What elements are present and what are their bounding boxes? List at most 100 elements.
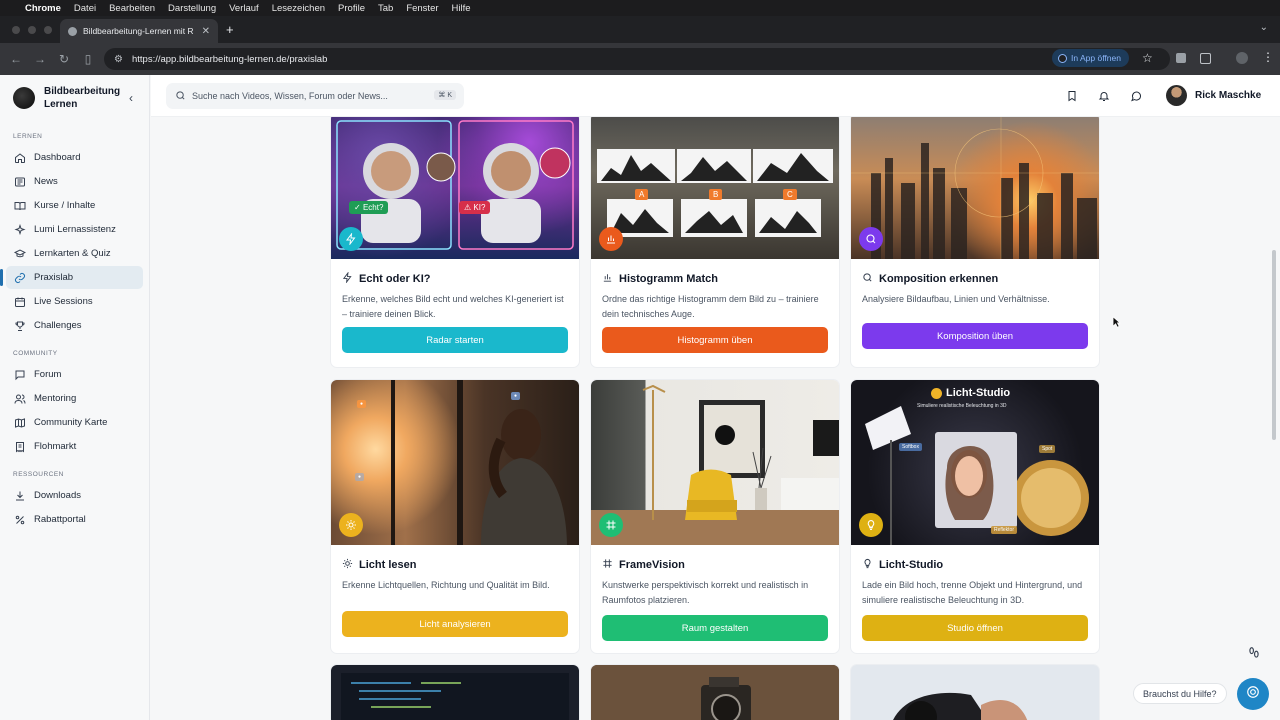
card-description: Erkenne Lichtquellen, Richtung und Quali… (342, 580, 550, 590)
brand-logo (13, 86, 35, 109)
sidebar-item-dashboard[interactable]: Dashboard (6, 146, 143, 169)
menu-item[interactable]: Datei (74, 3, 96, 14)
menu-item[interactable]: Tab (378, 3, 393, 14)
extension-icon[interactable] (1176, 53, 1186, 63)
brand[interactable]: Bildbearbeitung Lernen ‹ (0, 75, 149, 120)
camera-image (591, 665, 839, 720)
card-licht-studio[interactable]: Licht-Studio Simuliere realistische Bele… (851, 380, 1099, 653)
sidebar-item-downloads[interactable]: Downloads (6, 484, 143, 507)
app-icon (1058, 53, 1067, 63)
menu-item[interactable]: Lesezeichen (272, 3, 325, 14)
card-title: Histogramm Match (591, 259, 839, 286)
card-title: Echt oder KI? (331, 259, 579, 286)
sun-icon (342, 558, 353, 572)
browser-tab[interactable]: Bildbearbeitung-Lernen mit R ✕ (60, 19, 218, 43)
bookmark-icon[interactable] (1066, 89, 1078, 107)
card-description: Ordne das richtige Histogramm dem Bild z… (602, 294, 819, 319)
footprints-icon[interactable] (1247, 646, 1261, 665)
sidebar-item-challenges[interactable]: Challenges (6, 314, 143, 337)
sidebar-item-live-sessions[interactable]: Live Sessions (6, 290, 143, 313)
window-light-illustration (391, 380, 567, 545)
studio-heading: Licht-Studio (931, 387, 1010, 399)
sidebar-item-flohmarkt[interactable]: Flohmarkt (6, 435, 143, 458)
sidebar-item-mentoring[interactable]: Mentoring (6, 387, 143, 410)
menu-app-name[interactable]: Chrome (25, 3, 61, 14)
bell-icon[interactable] (1098, 89, 1110, 107)
window-controls[interactable] (12, 26, 52, 34)
address-bar[interactable]: ⚙ https://app.bildbearbeitung-lernen.de/… (104, 48, 1170, 70)
open-in-app-button[interactable]: In App öffnen (1052, 49, 1129, 67)
forward-icon[interactable]: → (28, 52, 52, 66)
card-echt-oder-ki[interactable]: ✓ Echt? ⚠ KI? Echt oder KI? Erkenne, wel… (331, 117, 579, 367)
sidebar-item-forum[interactable]: Forum (6, 363, 143, 386)
menu-item[interactable]: Darstellung (168, 3, 216, 14)
page-scrollbar[interactable] (1272, 250, 1276, 440)
menu-item[interactable]: Profile (338, 3, 365, 14)
light-tag: ● (355, 473, 365, 481)
komposition-ueben-button[interactable]: Komposition üben (862, 323, 1088, 349)
cityscape-illustration (851, 117, 1099, 259)
collapse-sidebar-icon[interactable]: ‹ (129, 91, 133, 105)
raum-gestalten-button[interactable]: Raum gestalten (602, 615, 828, 641)
user-menu[interactable]: Rick Maschke (1166, 85, 1261, 106)
help-icon (1246, 685, 1260, 704)
open-in-app-label: In App öffnen (1071, 53, 1121, 63)
card-image: A B C (591, 117, 839, 259)
chat-icon (13, 368, 26, 381)
sidebar-item-lumi[interactable]: Lumi Lernassistenz (6, 218, 143, 241)
users-icon (13, 392, 26, 405)
reflector-tag: Reflektor (991, 526, 1018, 534)
sidebar-item-kurse[interactable]: Kurse / Inhalte (6, 194, 143, 217)
search-input[interactable]: Suche nach Videos, Wissen, Forum oder Ne… (166, 83, 464, 109)
back-icon[interactable]: ← (4, 52, 28, 66)
card-title-text: Komposition erkennen (879, 273, 999, 285)
search-placeholder: Suche nach Videos, Wissen, Forum oder Ne… (192, 91, 388, 101)
menu-item[interactable]: Verlauf (229, 3, 259, 14)
tab-search-icon[interactable]: ⌄ (1260, 22, 1268, 33)
card-komposition-erkennen[interactable]: Komposition erkennen Analysiere Bildaufb… (851, 117, 1099, 367)
studio-oeffnen-button[interactable]: Studio öffnen (862, 615, 1088, 641)
avatar (1166, 85, 1187, 106)
card-partial[interactable] (851, 665, 1099, 720)
sidebar-item-news[interactable]: News (6, 170, 143, 193)
card-description: Lade ein Bild hoch, trenne Objekt und Hi… (862, 580, 1083, 605)
extensions-puzzle-icon[interactable] (1200, 53, 1211, 64)
histogram-label-b: B (709, 189, 723, 200)
card-description: Erkenne, welches Bild echt und welches K… (342, 294, 564, 319)
sidebar-item-community-karte[interactable]: Community Karte (6, 411, 143, 434)
card-framevision[interactable]: FrameVision Kunstwerke perspektivisch ko… (591, 380, 839, 653)
card-histogramm-match[interactable]: A B C Histogramm Match Ordne das richtig… (591, 117, 839, 367)
sidebar-item-rabattportal[interactable]: Rabattportal (6, 508, 143, 531)
histogramm-ueben-button[interactable]: Histogramm üben (602, 327, 828, 353)
help-button[interactable] (1237, 678, 1269, 710)
licht-analysieren-button[interactable]: Licht analysieren (342, 611, 568, 637)
sidebar-item-label: Downloads (34, 490, 81, 501)
bar-chart-icon (599, 227, 623, 251)
site-settings-icon[interactable]: ⚙ (114, 54, 123, 65)
close-tab-icon[interactable]: ✕ (202, 26, 210, 37)
card-title-text: Echt oder KI? (359, 273, 431, 285)
sidebar: Bildbearbeitung Lernen ‹ LERNEN Dashboar… (0, 75, 150, 720)
help-prompt[interactable]: Brauchst du Hilfe? (1133, 683, 1227, 704)
reload-icon[interactable]: ↻ (52, 52, 76, 66)
menu-item[interactable]: Bearbeiten (109, 3, 155, 14)
bookmark-star-icon[interactable]: ☆ (1142, 51, 1153, 65)
card-partial[interactable] (591, 665, 839, 720)
card-partial[interactable] (331, 665, 579, 720)
sidepanel-icon[interactable]: ▯ (76, 52, 100, 66)
browser-menu-icon[interactable]: ⋮ (1262, 50, 1274, 64)
message-icon[interactable] (1130, 89, 1142, 107)
sidebar-item-lernkarten[interactable]: Lernkarten & Quiz (6, 242, 143, 265)
radar-starten-button[interactable]: Radar starten (342, 327, 568, 353)
menu-item[interactable]: Fenster (406, 3, 438, 14)
sidebar-item-label: Challenges (34, 320, 82, 331)
profile-icon[interactable] (1236, 52, 1248, 64)
sidebar-item-praxislab[interactable]: Praxislab (0, 266, 143, 289)
card-title: Licht-Studio (851, 545, 1099, 572)
card-licht-lesen[interactable]: ● ● ● Licht lesen Erkenne Lichtquellen, … (331, 380, 579, 653)
frame-icon (602, 558, 613, 572)
new-tab-icon[interactable]: + (226, 22, 234, 37)
zap-icon (339, 227, 363, 251)
astronaut-illustration (336, 120, 574, 250)
menu-item[interactable]: Hilfe (452, 3, 471, 14)
